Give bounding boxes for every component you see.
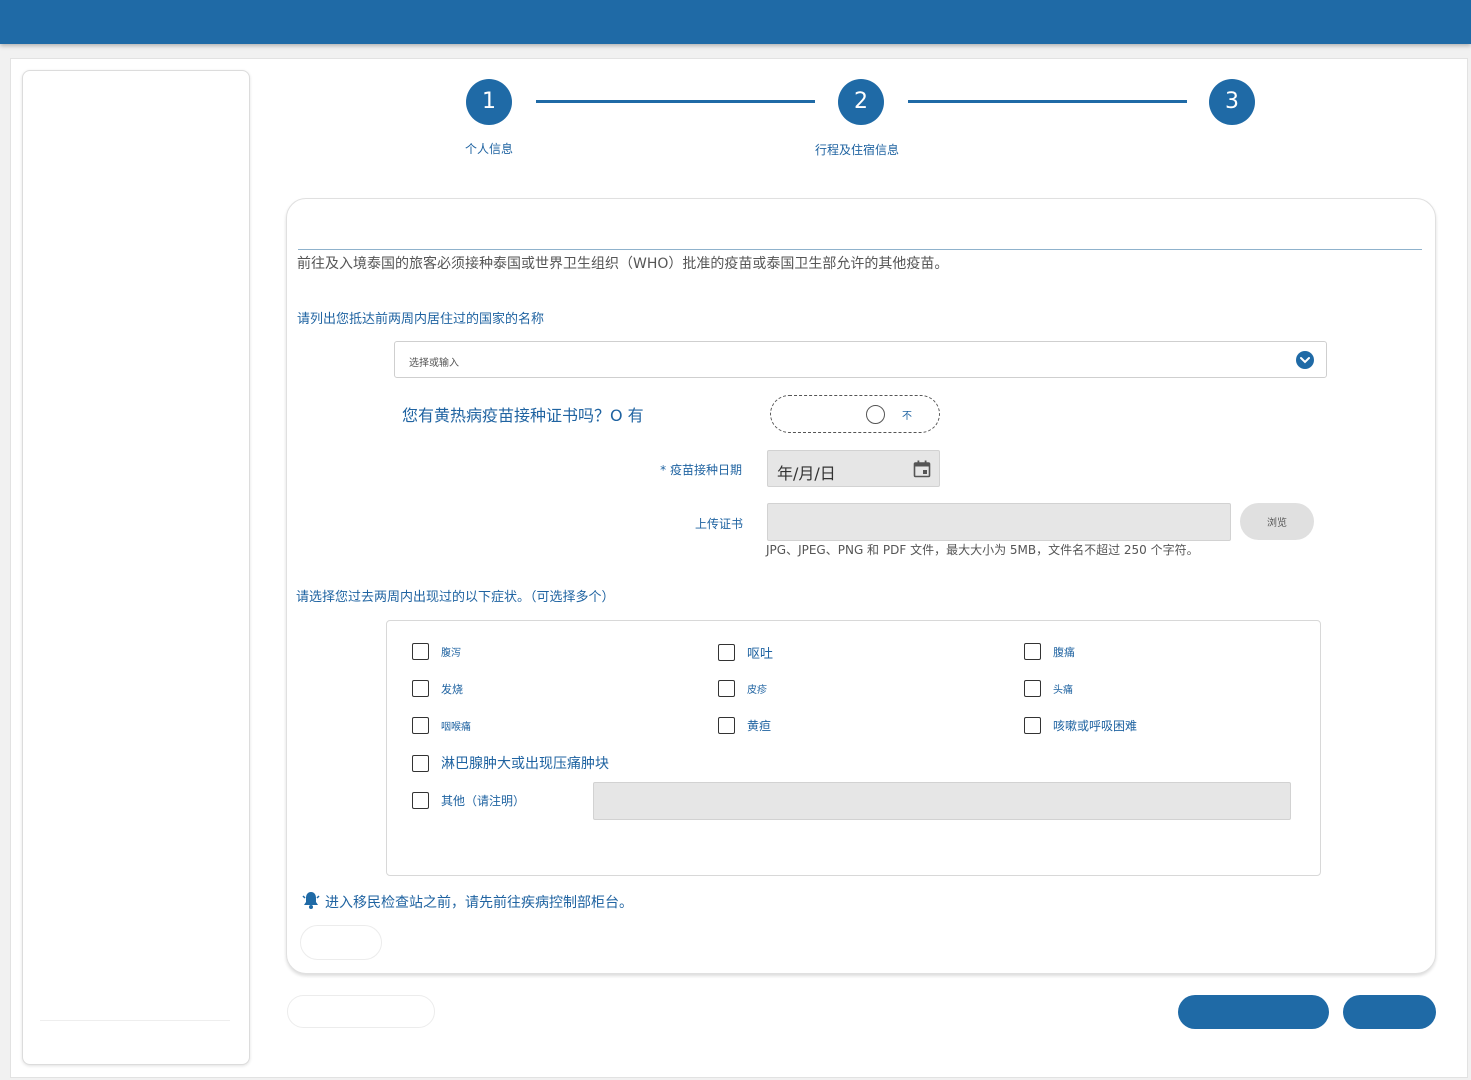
sidebar [22, 70, 250, 1065]
symptom-option[interactable]: 咳嗽或呼吸困难 [1024, 717, 1137, 734]
upload-label: 上传证书 [694, 517, 743, 531]
symptom-checkbox[interactable] [412, 717, 429, 734]
section-divider [298, 249, 1422, 250]
vaccine-date-input[interactable]: 年/月/日 [767, 450, 940, 487]
symptom-label: 头痛 [1053, 685, 1073, 696]
symptom-label: 皮疹 [747, 685, 767, 696]
step-2-label: 行程及住宿信息 [815, 143, 900, 157]
vaccine-notice: 前往及入境泰国的旅客必须接种泰国或世界卫生组织（WHO）批准的疫苗或泰国卫生部允… [297, 256, 949, 272]
vaccine-date-placeholder: 年/月/日 [777, 464, 836, 483]
next-button[interactable] [1343, 995, 1436, 1029]
symptom-label: 咽喉痛 [441, 722, 471, 733]
bell-icon [301, 890, 321, 914]
cdc-alert: 进入移民检查站之前，请先前往疾病控制部柜台。 [301, 890, 633, 914]
step-3-circle[interactable]: 3 [1209, 79, 1255, 125]
symptom-checkbox[interactable] [1024, 717, 1041, 734]
symptom-option[interactable]: 皮疹 [718, 680, 767, 697]
symptom-option-other[interactable]: 其他（请注明） [412, 792, 525, 809]
cdc-alert-text: 进入移民检查站之前，请先前往疾病控制部柜台。 [325, 895, 633, 911]
certificate-upload-field[interactable] [767, 503, 1231, 541]
symptom-checkbox[interactable] [1024, 680, 1041, 697]
symptom-label: 腹痛 [1053, 645, 1075, 659]
other-symptom-input[interactable] [593, 782, 1291, 820]
symptom-option[interactable]: 淋巴腺肿大或出现压痛肿块 [412, 753, 609, 773]
symptom-option[interactable]: 腹痛 [1024, 643, 1075, 660]
symptom-checkbox[interactable] [412, 792, 429, 809]
symptom-checkbox[interactable] [718, 717, 735, 734]
symptom-label: 黄疸 [747, 719, 772, 733]
symptom-label: 其他（请注明） [441, 794, 526, 808]
step-connector-2 [908, 100, 1187, 103]
yellow-fever-no-label: 不 [902, 411, 912, 422]
yellow-fever-question: 您有黄热病疫苗接种证书吗？O 有 [402, 406, 644, 425]
step-1-circle[interactable]: 1 [466, 79, 512, 125]
symptom-checkbox[interactable] [412, 754, 429, 772]
symptom-label: 呕吐 [747, 647, 774, 662]
back-button[interactable] [287, 995, 435, 1028]
symptom-option[interactable]: 头痛 [1024, 680, 1073, 697]
step-1-label: 个人信息 [465, 142, 514, 156]
top-bar [0, 0, 1471, 44]
symptom-option[interactable]: 发烧 [412, 680, 463, 697]
symptom-label: 咳嗽或呼吸困难 [1053, 719, 1138, 733]
save-draft-button[interactable] [1178, 995, 1329, 1029]
symptom-option[interactable]: 咽喉痛 [412, 717, 471, 734]
symptoms-question: 请选择您过去两周内出现过的以下症状。（可选择多个） [296, 590, 615, 605]
countries-select-placeholder: 选择或输入 [409, 358, 459, 369]
calendar-icon[interactable] [913, 460, 931, 482]
upload-hint: JPG、JPEG、PNG 和 PDF 文件，最大大小为 5MB，文件名不超过 2… [766, 543, 1199, 557]
symptom-checkbox[interactable] [1024, 643, 1041, 660]
vaccine-date-label: * 疫苗接种日期 [660, 463, 742, 477]
sidebar-divider [40, 1020, 230, 1021]
symptom-checkbox[interactable] [718, 680, 735, 697]
countries-select[interactable]: 选择或输入 [394, 341, 1327, 378]
step-connector-1 [536, 100, 815, 103]
step-2-circle[interactable]: 2 [838, 79, 884, 125]
symptom-option[interactable]: 呕吐 [718, 643, 773, 662]
symptom-label: 淋巴腺肿大或出现压痛肿块 [441, 756, 609, 772]
symptom-label: 腹泻 [441, 648, 461, 659]
symptom-checkbox[interactable] [412, 643, 429, 660]
symptoms-panel [386, 620, 1321, 876]
symptom-checkbox[interactable] [718, 644, 735, 661]
symptom-option[interactable]: 黄疸 [718, 717, 771, 734]
yellow-fever-no-radio[interactable] [866, 405, 885, 424]
countries-question: 请列出您抵达前两周内居住过的国家的名称 [297, 312, 545, 327]
chevron-down-icon[interactable] [1296, 351, 1314, 369]
symptom-label: 发烧 [441, 682, 463, 696]
browse-button[interactable]: 浏览 [1240, 503, 1314, 540]
symptom-option[interactable]: 腹泻 [412, 643, 461, 660]
yellow-fever-no-option[interactable]: 不 [770, 395, 940, 433]
ghost-button[interactable] [300, 925, 382, 960]
symptom-checkbox[interactable] [412, 680, 429, 697]
